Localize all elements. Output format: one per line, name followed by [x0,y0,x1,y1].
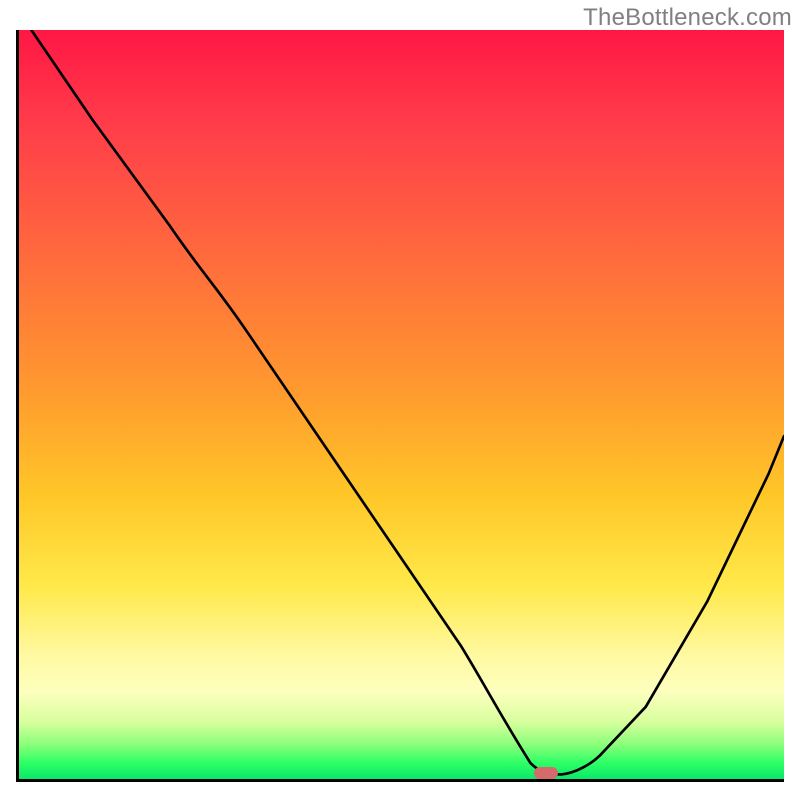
bottleneck-curve [31,30,784,774]
optimal-point-marker [534,767,558,779]
plot-area [16,30,784,782]
watermark-text: TheBottleneck.com [583,4,792,32]
curve-layer [16,30,784,782]
chart-container: TheBottleneck.com [0,0,800,800]
